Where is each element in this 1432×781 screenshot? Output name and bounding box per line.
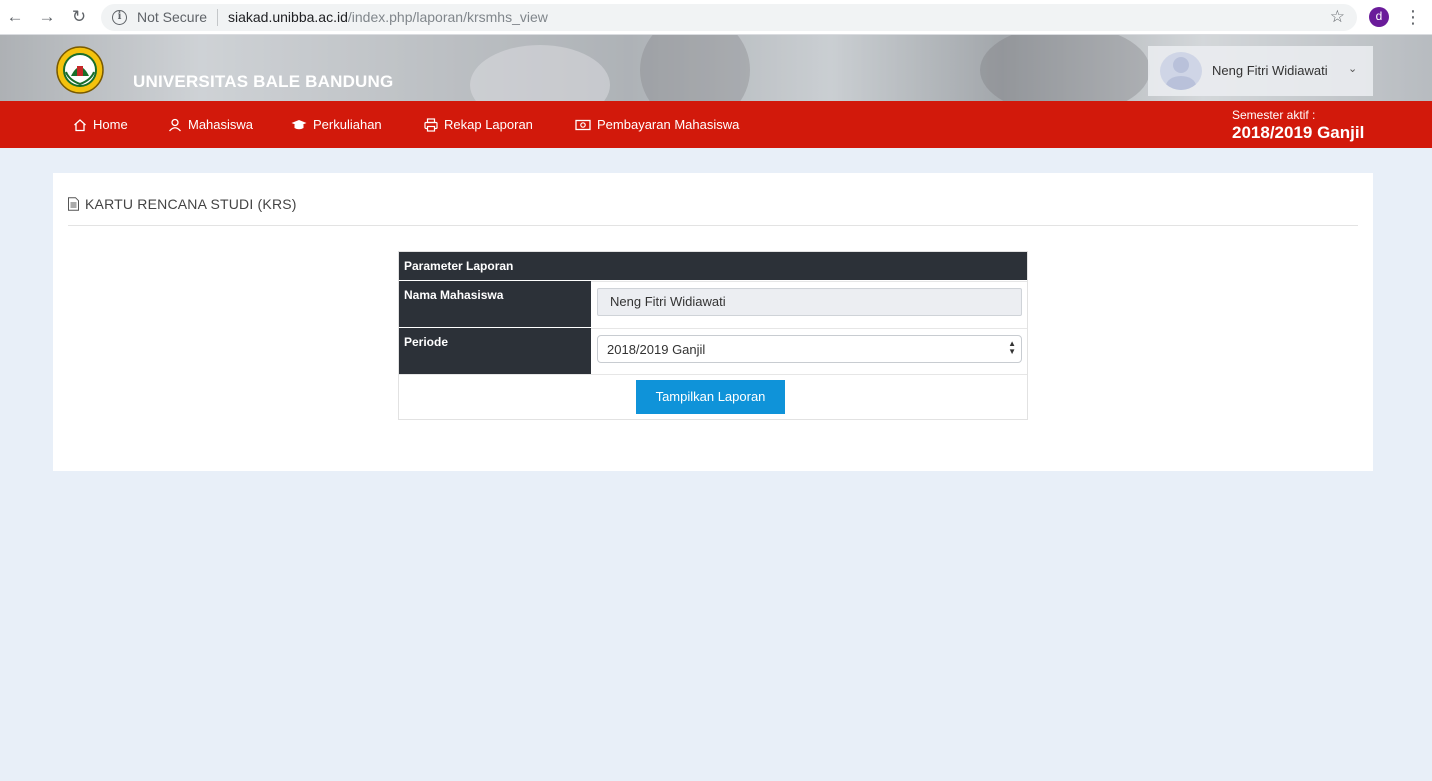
site-title[interactable]: UNIVERSITAS BALE BANDUNG [133, 72, 393, 92]
show-report-button[interactable]: Tampilkan Laporan [636, 380, 785, 414]
back-arrow-icon[interactable]: ← [4, 6, 26, 28]
nav-item-label: Rekap Laporan [444, 117, 533, 132]
user-menu[interactable]: Neng Fitri Widiawati ⌄ [1148, 46, 1373, 96]
nav-item-perkuliahan[interactable]: Perkuliahan [291, 117, 382, 132]
nav-item-label: Perkuliahan [313, 117, 382, 132]
select-arrows-icon: ▲ ▼ [1008, 339, 1016, 356]
nav-item-label: Pembayaran Mahasiswa [597, 117, 740, 132]
period-selected-value: 2018/2019 Ganjil [607, 342, 706, 357]
period-select[interactable]: 2018/2019 Ganjil ▲ ▼ [597, 335, 1022, 363]
browser-toolbar: ← → ↻ i Not Secure siakad.unibba.ac.id/i… [0, 0, 1432, 35]
user-name: Neng Fitri Widiawati [1212, 63, 1328, 78]
name-label: Nama Mahasiswa [399, 281, 591, 327]
reload-icon[interactable]: ↻ [68, 6, 90, 28]
semester-value: 2018/2019 Ganjil [1232, 123, 1365, 142]
printer-icon [424, 117, 438, 132]
name-cell: Neng Fitri Widiawati [591, 281, 1027, 327]
student-name-field[interactable]: Neng Fitri Widiawati [597, 288, 1022, 316]
main-navbar: Home Mahasiswa Perkuliahan Rekap Laporan… [0, 101, 1432, 148]
home-icon [74, 118, 86, 131]
table-header: Parameter Laporan [399, 252, 1027, 280]
more-menu-icon[interactable]: ⋮ [1404, 5, 1422, 29]
money-icon [575, 119, 591, 130]
semester-label: Semester aktif : [1232, 108, 1316, 122]
document-icon [68, 197, 79, 211]
nav-item-pembayaran-mahasiswa[interactable]: Pembayaran Mahasiswa [575, 117, 739, 132]
url-text[interactable]: siakad.unibba.ac.id/index.php/laporan/kr… [228, 9, 548, 25]
parameter-table: Parameter Laporan Nama Mahasiswa Neng Fi… [398, 251, 1028, 420]
chevron-down-icon: ⌄ [1348, 63, 1358, 75]
address-bar[interactable]: i Not Secure siakad.unibba.ac.id/index.p… [101, 4, 1357, 31]
avatar [1160, 52, 1202, 90]
divider [68, 225, 1358, 226]
table-row: Nama Mahasiswa Neng Fitri Widiawati [399, 280, 1027, 327]
url-host: siakad.unibba.ac.id [228, 9, 348, 25]
info-icon[interactable]: i [112, 10, 127, 25]
nav-item-mahasiswa[interactable]: Mahasiswa [168, 117, 253, 132]
url-path: /index.php/laporan/krsmhs_view [347, 9, 548, 25]
nav-item-label: Mahasiswa [188, 117, 254, 132]
nav-item-rekap-laporan[interactable]: Rekap Laporan [424, 117, 533, 132]
forward-arrow-icon[interactable]: → [36, 6, 58, 28]
nav-item-label: Home [93, 117, 128, 132]
table-footer: Tampilkan Laporan [399, 374, 1027, 419]
period-label: Periode [399, 328, 591, 374]
krs-panel: KARTU RENCANA STUDI (KRS) Parameter Lapo… [53, 173, 1373, 471]
profile-avatar[interactable]: d [1369, 7, 1389, 27]
user-icon [169, 118, 181, 131]
bookmark-star-icon[interactable]: ☆ [1330, 7, 1345, 27]
graduation-cap-icon [291, 119, 307, 129]
period-cell: 2018/2019 Ganjil ▲ ▼ [591, 328, 1027, 374]
nav-item-home[interactable]: Home [73, 117, 128, 132]
panel-title: KARTU RENCANA STUDI (KRS) [67, 196, 297, 212]
table-row: Periode 2018/2019 Ganjil ▲ ▼ [399, 327, 1027, 374]
panel-title-text: KARTU RENCANA STUDI (KRS) [85, 196, 297, 212]
university-logo-icon[interactable] [53, 46, 107, 94]
address-separator [217, 9, 218, 26]
not-secure-label: Not Secure [137, 9, 208, 25]
